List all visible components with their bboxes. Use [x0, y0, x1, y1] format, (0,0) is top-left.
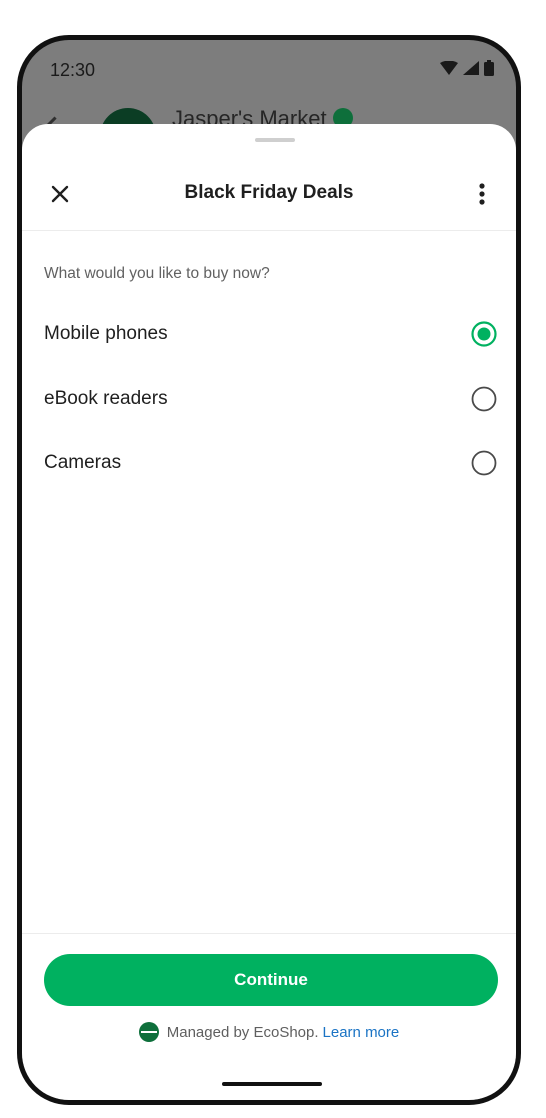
more-vert-icon: [479, 183, 485, 205]
close-icon: [51, 185, 69, 203]
option-ebook-readers[interactable]: eBook readers: [22, 375, 516, 423]
signal-icon: [463, 61, 479, 75]
footer-divider: [22, 933, 516, 934]
continue-button[interactable]: Continue: [44, 954, 498, 1006]
radio-unselected-icon[interactable]: [470, 385, 498, 413]
sheet-title: Black Friday Deals: [184, 182, 354, 203]
status-bar: 12:30: [22, 40, 516, 102]
wifi-icon: [440, 61, 458, 75]
option-label: Mobile phones: [44, 323, 168, 344]
option-label: eBook readers: [44, 388, 168, 409]
phone-frame: 12:30 Jasper's Market Black Friday Deals…: [17, 35, 521, 1105]
option-cameras[interactable]: Cameras: [22, 439, 516, 487]
question-text: What would you like to buy now?: [44, 265, 270, 282]
learn-more-link[interactable]: Learn more: [323, 1024, 400, 1041]
sheet-header: Black Friday Deals: [22, 158, 516, 231]
status-time: 12:30: [50, 60, 96, 80]
radio-selected-icon[interactable]: [470, 320, 498, 348]
drag-handle[interactable]: [255, 138, 295, 142]
battery-icon: [484, 60, 494, 76]
managed-by-row: Managed by EcoShop. Learn more: [22, 1022, 516, 1042]
radio-unselected-icon[interactable]: [470, 449, 498, 477]
home-indicator[interactable]: [222, 1082, 322, 1086]
option-mobile-phones[interactable]: Mobile phones: [22, 310, 516, 358]
status-icons: [440, 60, 494, 76]
managed-by-text: Managed by EcoShop.: [166, 1023, 319, 1041]
option-label: Cameras: [44, 452, 122, 473]
close-button[interactable]: [46, 180, 74, 208]
overflow-menu-button[interactable]: [470, 180, 494, 208]
bottom-sheet: Black Friday Deals What would you like t…: [22, 124, 516, 1100]
ecoshop-logo-icon: [138, 1022, 159, 1042]
